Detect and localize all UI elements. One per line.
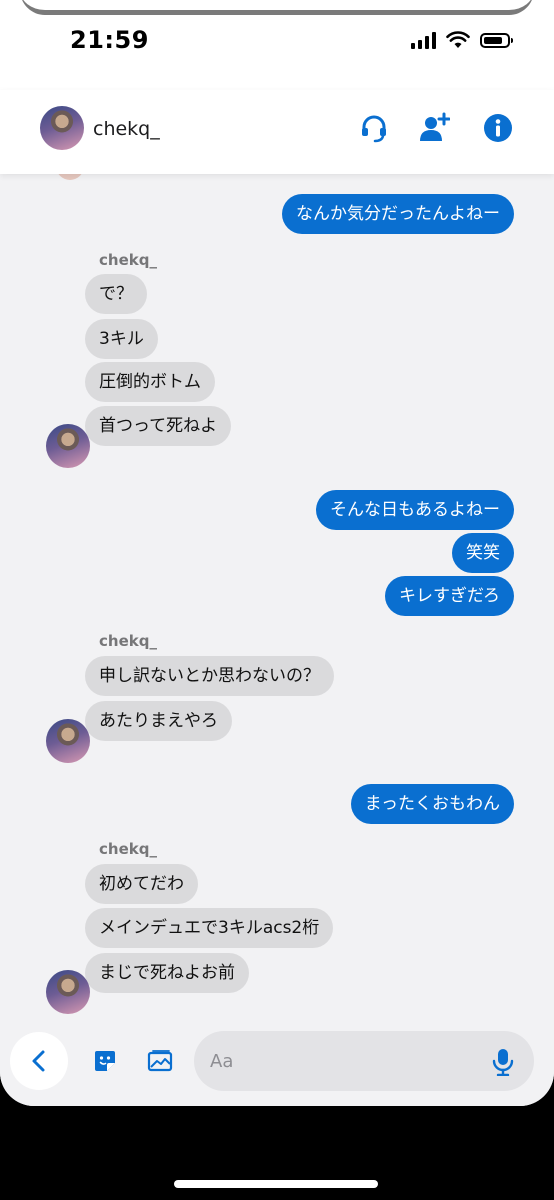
message-input[interactable] bbox=[194, 1031, 534, 1091]
image-icon[interactable] bbox=[147, 1048, 173, 1074]
device-frame-edge bbox=[20, 0, 534, 15]
sender-name: chekq_ bbox=[99, 632, 157, 650]
outgoing-message[interactable]: まったくおもわん bbox=[350, 784, 514, 824]
incoming-message[interactable]: 首つって死ねよ bbox=[85, 406, 232, 446]
sender-name: chekq_ bbox=[99, 251, 157, 269]
incoming-message[interactable]: 3キル bbox=[85, 319, 158, 359]
outgoing-message[interactable]: キレすぎだろ bbox=[385, 576, 514, 616]
outgoing-message[interactable]: なんか気分だったんよねー bbox=[282, 194, 514, 234]
contact-name[interactable]: chekq_ bbox=[93, 118, 160, 140]
sender-avatar[interactable] bbox=[46, 719, 90, 763]
status-time: 21:59 bbox=[70, 26, 149, 54]
wifi-icon bbox=[446, 31, 470, 48]
incoming-message[interactable]: 申し訳ないとか思わないの？ bbox=[85, 656, 334, 696]
chat-screen: 21:59 chekq_ なんか気分だったんよねー chekq_ で？ 3キル … bbox=[0, 0, 554, 1106]
cellular-signal-icon bbox=[411, 31, 436, 49]
incoming-message[interactable]: あたりまえやろ bbox=[85, 701, 232, 741]
sender-avatar[interactable] bbox=[46, 424, 90, 468]
headset-button[interactable] bbox=[358, 112, 390, 144]
incoming-message[interactable]: で？ bbox=[85, 274, 147, 314]
status-icons bbox=[411, 31, 513, 49]
incoming-message[interactable]: 圧倒的ボトム bbox=[85, 362, 215, 402]
contact-avatar[interactable] bbox=[40, 106, 84, 150]
incoming-message[interactable]: まじで死ねよお前 bbox=[85, 953, 249, 993]
headset-icon bbox=[362, 115, 386, 143]
sticker-icon[interactable] bbox=[92, 1048, 118, 1074]
home-indicator[interactable] bbox=[174, 1180, 378, 1188]
chat-header: chekq_ bbox=[0, 90, 554, 174]
sender-name: chekq_ bbox=[99, 840, 157, 858]
add-friend-icon bbox=[420, 112, 451, 141]
sender-avatar[interactable] bbox=[46, 970, 90, 1014]
back-button[interactable] bbox=[10, 1032, 68, 1090]
battery-level bbox=[484, 36, 502, 44]
incoming-message[interactable]: 初めてだわ bbox=[85, 864, 198, 904]
incoming-message[interactable]: メインデュエで3キルacs2桁 bbox=[85, 908, 334, 948]
battery-icon bbox=[480, 32, 513, 48]
microphone-icon[interactable] bbox=[492, 1048, 514, 1076]
add-friend-button[interactable] bbox=[418, 112, 451, 144]
message-list[interactable]: なんか気分だったんよねー chekq_ で？ 3キル 圧倒的ボトム 首つって死ね… bbox=[0, 152, 554, 1024]
info-icon bbox=[484, 114, 512, 142]
outgoing-message[interactable]: 笑笑 bbox=[452, 533, 514, 573]
info-button[interactable] bbox=[482, 112, 514, 144]
outgoing-message[interactable]: そんな日もあるよねー bbox=[316, 490, 514, 530]
back-chevron-icon bbox=[32, 1050, 45, 1072]
message-composer bbox=[0, 1024, 554, 1106]
status-bar: 21:59 bbox=[0, 0, 554, 90]
